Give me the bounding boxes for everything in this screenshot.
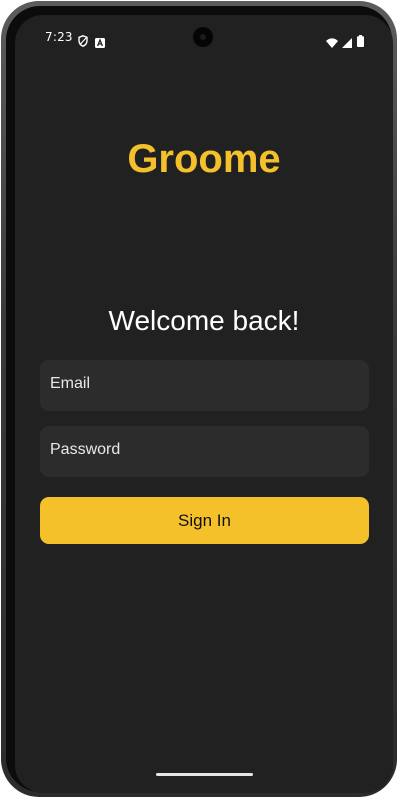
password-field[interactable] (48, 439, 369, 460)
app-logo: Groome (127, 137, 281, 181)
signal-icon (342, 33, 352, 52)
a-box-icon (95, 33, 105, 52)
sign-in-button[interactable]: Sign In (40, 497, 369, 544)
status-bar: 7:23 (15, 15, 393, 61)
home-indicator[interactable] (156, 773, 253, 776)
phone-frame: 7:23 Groome Welcome back! Email Sign In (1, 1, 397, 797)
screen: 7:23 Groome Welcome back! Email Sign In (15, 15, 393, 793)
battery-icon (357, 32, 364, 51)
status-time: 7:23 (45, 30, 73, 44)
front-camera (193, 27, 213, 47)
welcome-heading: Welcome back! (108, 305, 300, 336)
wifi-icon (326, 33, 338, 52)
shield-icon (78, 32, 88, 51)
phone-bezel: 7:23 Groome Welcome back! Email Sign In (6, 6, 393, 793)
password-field-container (40, 426, 369, 477)
email-field[interactable] (48, 373, 369, 394)
email-field-container (40, 360, 369, 411)
